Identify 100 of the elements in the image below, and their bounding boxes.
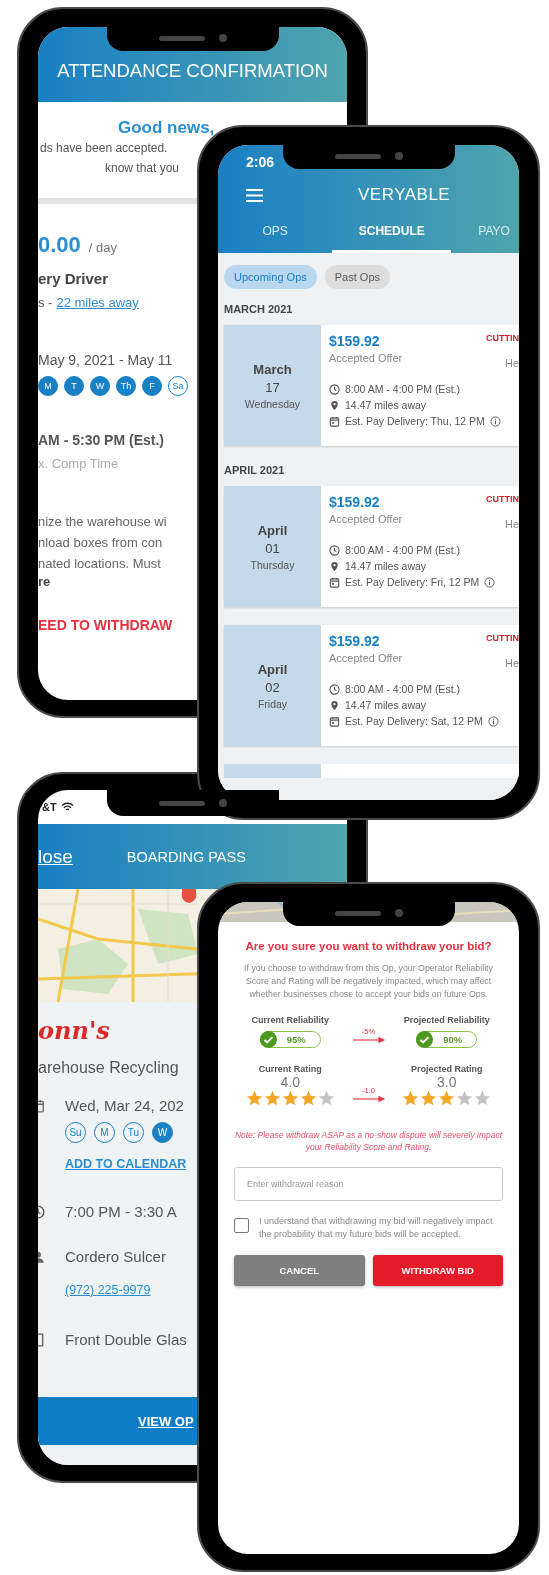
metric-label: Projected Rating <box>411 1064 483 1074</box>
check-icon <box>416 1031 434 1048</box>
message-text: ds have been accepted. <box>40 140 168 157</box>
message-text: know that you <box>105 160 180 177</box>
calendar-icon <box>329 415 340 427</box>
clock-icon <box>329 544 340 556</box>
arrow-icon <box>352 1036 385 1044</box>
op-weekday: Thursday <box>250 558 295 571</box>
op-distance: 14.47 miles away <box>345 560 427 572</box>
op-side-text: He <box>504 518 519 530</box>
check-icon <box>259 1031 277 1048</box>
weekday-toggle[interactable]: W <box>152 1122 173 1143</box>
op-time: 8:00 AM - 4:00 PM (Est.) <box>345 383 460 395</box>
brand-logo: onn's <box>38 1016 110 1045</box>
op-price: $159.92 <box>329 333 381 349</box>
month-heading: MARCH 2021 <box>224 303 294 315</box>
info-icon[interactable] <box>487 715 499 727</box>
op-distance: 14.47 miles away <box>345 699 427 711</box>
view-op-link[interactable]: VIEW OP <box>138 1413 194 1429</box>
pay-delivery: Est. Pay Delivery: Fri, 12 PM <box>345 576 480 588</box>
cancel-button[interactable]: CANCEL <box>234 1255 365 1286</box>
calendar-icon <box>329 715 340 727</box>
withdraw-link[interactable]: EED TO WITHDRAW <box>38 617 173 633</box>
pay-delivery: Est. Pay Delivery: Thu, 12 PM <box>345 415 485 427</box>
agreement-checkbox[interactable] <box>234 1218 249 1233</box>
distance-link[interactable]: 22 miles away <box>56 295 139 310</box>
op-card[interactable]: April 01 Thursday $159.92 Accepted Offer CUTTIN He 8:00 AM - 4:00 PM (Est.) 14.47 miles away Est. Pay Delivery: Fri, 12 PM <box>224 486 519 607</box>
op-day: 17 <box>265 379 280 395</box>
op-day: 02 <box>265 679 280 695</box>
calendar-icon <box>329 576 340 588</box>
menu-icon[interactable] <box>246 188 263 202</box>
location-pin-icon <box>329 399 340 411</box>
op-weekday: Wednesday <box>244 397 301 410</box>
op-price: $159.92 <box>329 633 381 649</box>
weekday-toggle[interactable]: M <box>38 376 58 396</box>
shift-time: AM - 5:30 PM (Est.) <box>38 432 164 448</box>
dialog-title: Are you sure you want to withdraw your bid? <box>245 940 492 952</box>
job-title: ery Driver <box>38 270 109 287</box>
pay-amount: 0.00 <box>38 232 81 258</box>
close-link[interactable]: lose <box>38 845 73 868</box>
description-text: nize the warehouse wi <box>38 513 167 531</box>
job-title: arehouse Recycling <box>38 1059 179 1077</box>
agreement-text: I understand that withdrawing my bid will negatively impact the probability that my future bids will be accepted. <box>259 1215 494 1241</box>
op-status: Accepted Offer <box>329 652 403 664</box>
arrow-icon <box>352 1095 385 1103</box>
date-range: May 9, 2021 - May 11 <box>38 352 173 368</box>
op-card[interactable]: March 17 Wednesday $159.92 Accepted Offer CUTTIN He 8:00 AM - 4:00 PM (Est.) 14.47 miles away Est. Pay Delivery: Thu, 12 PM <box>224 325 519 446</box>
warning-note: Note: Please withdraw ASAP as a no-show dispute will severely impact your Reliability Score and Rating. <box>234 1129 503 1153</box>
rating-value: 4.0 <box>280 1074 300 1090</box>
reliability-value: 95% <box>286 1034 306 1045</box>
nav-tab[interactable]: OPS <box>218 211 333 253</box>
status-time: 2:06 <box>246 154 275 170</box>
weekday-toggle[interactable]: F <box>142 376 162 396</box>
filter-chip[interactable]: Past Ops <box>324 265 390 289</box>
op-tag: CUTTIN <box>486 633 519 643</box>
metric-label: Current Reliability <box>251 1015 329 1025</box>
op-card[interactable]: April 02 Friday $159.92 Accepted Offer CUTTIN He 8:00 AM - 4:00 PM (Est.) 14.47 miles away Est. Pay Delivery: Sat, 12 PM <box>224 625 519 746</box>
carrier-label: &T <box>42 801 57 813</box>
entrance-text: Front Double Glas <box>65 1331 187 1348</box>
month-heading: APRIL 2021 <box>224 464 286 476</box>
read-more-link[interactable]: re <box>38 574 51 589</box>
description-text: nated locations. Must <box>38 555 162 573</box>
op-status: Accepted Offer <box>329 352 403 364</box>
screen-title: BOARDING PASS <box>126 848 246 865</box>
reason-input[interactable]: Enter withdrawal reason <box>234 1167 503 1201</box>
op-status: Accepted Offer <box>329 513 403 525</box>
filter-chip[interactable]: Upcoming Ops <box>224 265 317 289</box>
op-weekday: Friday <box>257 697 288 710</box>
phone-link[interactable]: (972) 225-9979 <box>65 1283 151 1297</box>
dialog-message: If you choose to withdraw from this Op, your Operator Reliability Score and Rating will be negatively impacted, which may affect whether businesses chose to accept your bids on future Ops. <box>243 962 494 1001</box>
add-to-calendar-link[interactable]: ADD TO CALENDAR <box>65 1157 187 1171</box>
op-distance: 14.47 miles away <box>345 399 427 411</box>
wifi-icon <box>60 802 74 812</box>
withdraw-button[interactable]: WITHDRAW BID <box>372 1255 503 1286</box>
op-time: 8:00 AM - 4:00 PM (Est.) <box>345 683 460 695</box>
weekday-toggle[interactable]: W <box>90 376 110 396</box>
op-tag: CUTTIN <box>486 494 519 504</box>
clock-icon <box>329 383 340 395</box>
contact-name: Cordero Sulcer <box>65 1248 166 1265</box>
clock-icon <box>329 683 340 695</box>
weekday-toggle[interactable]: Th <box>116 376 136 396</box>
op-day: 01 <box>265 540 280 556</box>
metric-label: Current Rating <box>258 1064 322 1074</box>
pay-delivery: Est. Pay Delivery: Sat, 12 PM <box>345 715 483 727</box>
op-side-text: He <box>504 657 519 669</box>
screen-title: ATTENDANCE CONFIRMATION <box>57 60 328 82</box>
shift-time: 7:00 PM - 3:30 A <box>65 1203 177 1220</box>
nav-tab[interactable]: PAYO <box>451 211 519 253</box>
op-month: April <box>257 661 288 677</box>
op-time: 8:00 AM - 4:00 PM (Est.) <box>345 544 460 556</box>
weekday-toggle[interactable]: T <box>64 376 84 396</box>
location-text: s - <box>38 295 53 310</box>
info-icon[interactable] <box>489 415 501 427</box>
location-pin-icon <box>329 699 340 711</box>
info-icon[interactable] <box>484 576 496 588</box>
op-side-text: He <box>504 357 519 369</box>
metric-label: Projected Reliability <box>403 1015 490 1025</box>
headline: Good news, <box>118 118 215 138</box>
app-logo: VERYABLE <box>358 185 451 205</box>
description-text: nload boxes from con <box>38 534 164 552</box>
